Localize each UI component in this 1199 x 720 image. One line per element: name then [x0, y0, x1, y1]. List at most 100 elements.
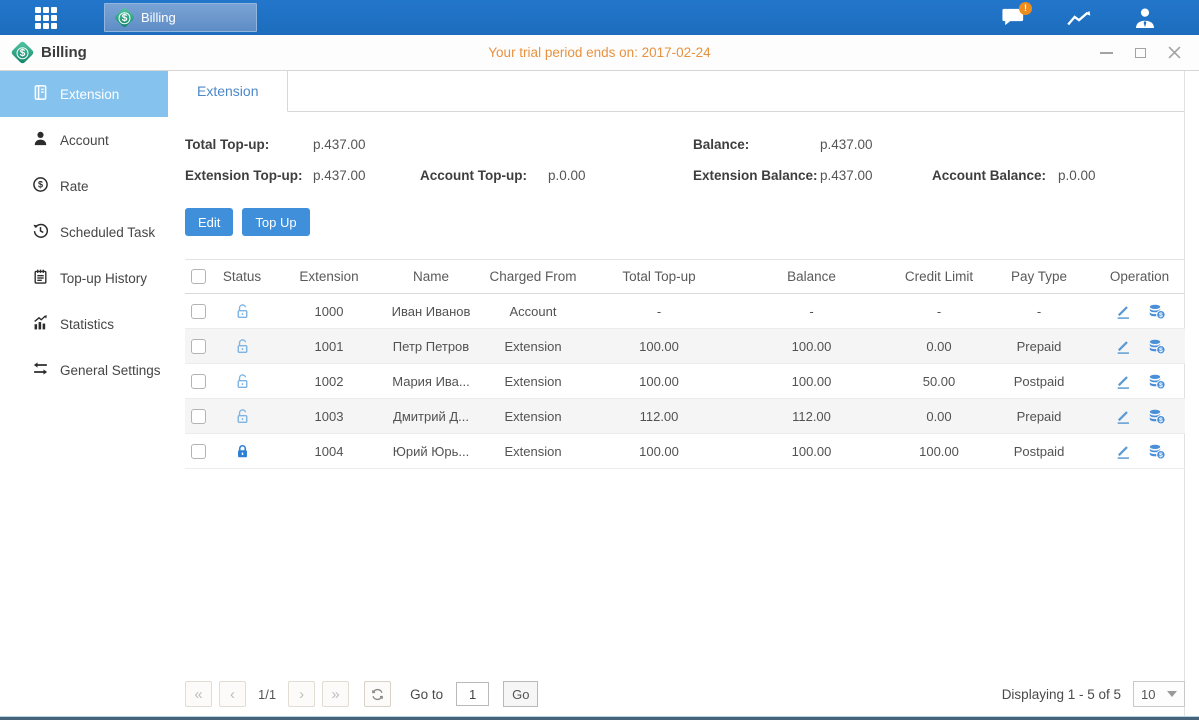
sidebar-item-extension[interactable]: Extension [0, 71, 168, 117]
tab-extension[interactable]: Extension [168, 71, 288, 112]
row-checkbox[interactable] [191, 304, 206, 319]
sidebar-item-scheduled-task[interactable]: Scheduled Task [0, 209, 168, 255]
page-size-value: 10 [1141, 687, 1155, 702]
table-row: 1002Мария Ива...Extension100.00100.0050.… [185, 364, 1185, 399]
sidebar-item-label: General Settings [60, 363, 161, 378]
select-all-checkbox[interactable] [191, 269, 206, 284]
cell-credit-limit: 0.00 [894, 399, 984, 434]
page-size-select[interactable]: 10 [1133, 681, 1185, 707]
taskbar-tab-label: Billing [141, 10, 176, 25]
displaying-text: Displaying 1 - 5 of 5 [1002, 687, 1121, 702]
row-checkbox[interactable] [191, 444, 206, 459]
goto-page-input[interactable] [456, 682, 489, 706]
edit-button[interactable]: Edit [185, 208, 233, 236]
lock-closed-icon [234, 442, 251, 457]
first-page-button[interactable]: « [185, 681, 212, 707]
edit-pencil-icon[interactable] [1114, 373, 1132, 390]
rate-icon: $ [32, 176, 49, 196]
topup-coins-icon[interactable]: $ [1148, 373, 1166, 390]
cell-balance: 100.00 [729, 364, 894, 399]
row-checkbox[interactable] [191, 409, 206, 424]
topup-coins-icon[interactable]: $ [1148, 443, 1166, 460]
chart-icon[interactable] [1065, 6, 1093, 30]
cell-balance: 112.00 [729, 399, 894, 434]
chat-icon[interactable]: ! [999, 6, 1027, 30]
sidebar-item-label: Scheduled Task [60, 225, 155, 240]
refresh-button[interactable] [364, 681, 391, 707]
svg-text:$: $ [1159, 382, 1163, 389]
cell-charged-from: Extension [477, 364, 589, 399]
notification-badge: ! [1019, 2, 1032, 15]
minimize-icon[interactable] [1099, 46, 1113, 60]
account-topup-label: Account Top-up: [420, 168, 548, 183]
sidebar-item-rate[interactable]: $Rate [0, 163, 168, 209]
column-header: Operation [1094, 260, 1185, 294]
general-settings-icon [32, 360, 49, 380]
cell-charged-from: Account [477, 294, 589, 329]
statistics-icon [32, 314, 49, 334]
cell-pay-type: Postpaid [984, 434, 1094, 469]
extension-balance-label: Extension Balance: [693, 168, 820, 183]
balance-value: p.437.00 [820, 137, 873, 152]
cell-total-topup: 100.00 [589, 329, 729, 364]
cell-credit-limit: 0.00 [894, 329, 984, 364]
topup-coins-icon[interactable]: $ [1148, 408, 1166, 425]
topup-coins-icon[interactable]: $ [1148, 303, 1166, 320]
cell-name: Петр Петров [385, 329, 477, 364]
sidebar-item-top-up-history[interactable]: Top-up History [0, 255, 168, 301]
user-icon[interactable] [1131, 6, 1159, 30]
edit-pencil-icon[interactable] [1114, 338, 1132, 355]
go-button[interactable]: Go [503, 681, 538, 707]
cell-credit-limit: 50.00 [894, 364, 984, 399]
cell-charged-from: Extension [477, 434, 589, 469]
topup-button[interactable]: Top Up [242, 208, 309, 236]
next-page-icon: › [299, 686, 304, 703]
column-header: Balance [729, 260, 894, 294]
cell-total-topup: 112.00 [589, 399, 729, 434]
sidebar-item-account[interactable]: Account [0, 117, 168, 163]
cell-pay-type: - [984, 294, 1094, 329]
row-checkbox[interactable] [191, 339, 206, 354]
edit-pencil-icon[interactable] [1114, 443, 1132, 460]
row-checkbox[interactable] [191, 374, 206, 389]
cell-name: Юрий Юрь... [385, 434, 477, 469]
total-topup-label: Total Top-up: [185, 137, 313, 152]
account-balance-label: Account Balance: [932, 168, 1058, 183]
cell-extension: 1003 [273, 399, 385, 434]
lock-open-icon [234, 302, 251, 317]
maximize-icon[interactable] [1133, 46, 1147, 60]
column-header: Pay Type [984, 260, 1094, 294]
sidebar-item-general-settings[interactable]: General Settings [0, 347, 168, 393]
cell-pay-type: Postpaid [984, 364, 1094, 399]
column-header: Credit Limit [894, 260, 984, 294]
sidebar-item-label: Top-up History [60, 271, 147, 286]
cell-credit-limit: - [894, 294, 984, 329]
extension-topup-value: p.437.00 [313, 168, 420, 183]
extensions-table: StatusExtensionNameCharged FromTotal Top… [185, 259, 1185, 469]
sidebar-item-label: Account [60, 133, 109, 148]
taskbar-tab-billing[interactable]: $ Billing [104, 3, 257, 32]
sidebar-item-statistics[interactable]: Statistics [0, 301, 168, 347]
app-launcher-icon[interactable] [35, 7, 57, 29]
prev-page-button[interactable]: ‹ [219, 681, 246, 707]
next-page-button[interactable]: › [288, 681, 315, 707]
close-icon[interactable] [1167, 46, 1181, 60]
cell-total-topup: 100.00 [589, 364, 729, 399]
account-balance-value: p.0.00 [1058, 168, 1096, 183]
topup-coins-icon[interactable]: $ [1148, 338, 1166, 355]
lock-open-icon [234, 407, 251, 422]
sidebar: Extension Account $Rate Scheduled Task Top-u… [0, 71, 168, 716]
window-bottom-edge [0, 716, 1199, 720]
table-row: 1004Юрий Юрь...Extension100.00100.00100.… [185, 434, 1185, 469]
account-icon [32, 130, 49, 150]
column-header: Charged From [477, 260, 589, 294]
column-header: Total Top-up [589, 260, 729, 294]
edit-pencil-icon[interactable] [1114, 303, 1132, 320]
topbar-right-icons: ! [999, 0, 1159, 35]
cell-balance: - [729, 294, 894, 329]
topup-history-icon [32, 268, 49, 288]
total-topup-value: p.437.00 [313, 137, 366, 152]
cell-total-topup: - [589, 294, 729, 329]
edit-pencil-icon[interactable] [1114, 408, 1132, 425]
last-page-button[interactable]: » [322, 681, 349, 707]
